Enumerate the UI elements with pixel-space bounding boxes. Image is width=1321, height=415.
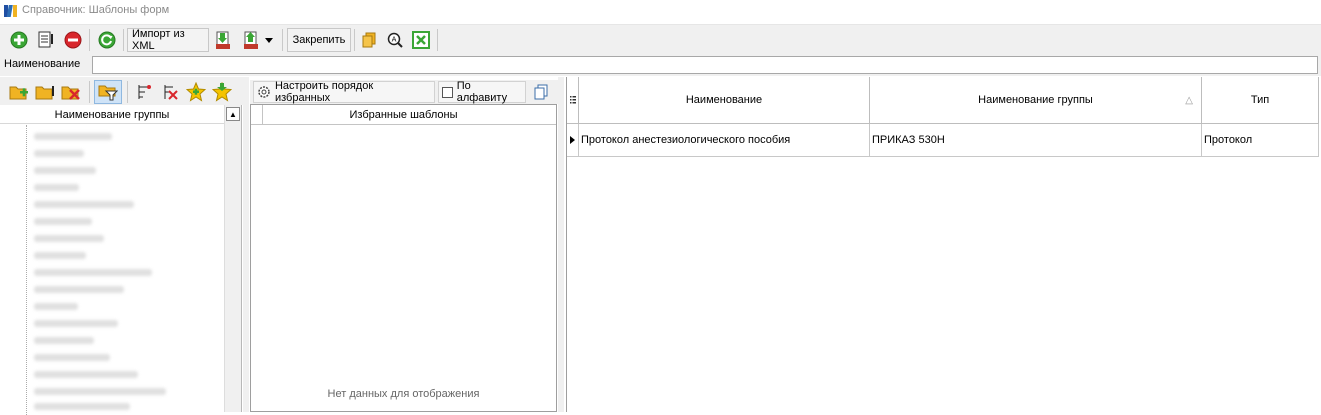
checkbox-box[interactable] (442, 86, 453, 98)
middle-splitter[interactable] (558, 77, 564, 412)
filter-label: Наименование (4, 58, 81, 70)
download-excel-icon (216, 31, 230, 49)
column-header-name-label: Наименование (685, 94, 763, 106)
chevron-down-icon (265, 38, 273, 43)
app-logo-icon (4, 4, 18, 18)
tree-expand-icon (138, 85, 151, 99)
column-header-type[interactable]: Тип (1202, 77, 1319, 124)
scroll-up-arrow-icon[interactable]: ▲ (226, 107, 240, 121)
search-text-button[interactable]: A (384, 28, 406, 52)
tree-item[interactable] (34, 303, 78, 310)
column-header-type-label: Тип (1250, 94, 1270, 106)
favorites-panel[interactable]: Избранные шаблоны Нет данных для отображ… (250, 104, 557, 412)
delete-button[interactable] (62, 28, 84, 52)
delete-folder-icon (61, 86, 80, 100)
window-title: Справочник: Шаблоны форм (22, 4, 170, 16)
tree-item[interactable] (34, 235, 104, 242)
gear-icon (258, 86, 270, 98)
plus-circle-icon (10, 31, 28, 49)
export-excel-button[interactable] (212, 28, 234, 52)
edit-document-icon (38, 31, 53, 48)
favorites-empty-text: Нет данных для отображения (327, 388, 480, 400)
tree-item[interactable] (34, 337, 94, 344)
group-tree[interactable]: Наименование группы ▲ (0, 105, 242, 415)
copy-pages-icon (534, 84, 548, 100)
tree-item[interactable] (34, 371, 138, 378)
filter-folder-icon (98, 85, 118, 101)
sort-ascending-icon: △ (1185, 94, 1193, 106)
expand-tree-button[interactable] (133, 80, 155, 104)
tree-item[interactable] (34, 388, 166, 395)
magnifier-a-icon: A (387, 32, 403, 48)
name-filter-input[interactable] (92, 56, 1318, 74)
alphabetical-checkbox[interactable]: По алфавиту (438, 80, 526, 104)
tree-item[interactable] (34, 354, 110, 361)
table-row-type-cell[interactable]: Протокол (1202, 124, 1319, 157)
tree-item[interactable] (34, 403, 130, 410)
filter-row: Наименование (0, 54, 1321, 76)
minus-circle-icon (64, 31, 82, 49)
favorites-header-corner (251, 105, 263, 125)
edit-button[interactable] (35, 28, 57, 52)
tree-column-header[interactable]: Наименование группы (0, 106, 224, 124)
refresh-button[interactable] (96, 28, 118, 52)
delete-group-button[interactable] (60, 80, 82, 104)
copy-button[interactable] (358, 28, 380, 52)
upload-excel-dropdown[interactable] (238, 28, 278, 52)
table-row-name-cell[interactable]: Протокол анестезиологического пособия (579, 124, 870, 157)
tree-item[interactable] (34, 150, 84, 157)
current-row-arrow-icon (570, 136, 575, 144)
add-folder-icon (9, 86, 28, 100)
tree-item[interactable] (34, 167, 96, 174)
configure-favorites-order-label: Настроить порядок избранных (274, 80, 374, 104)
tree-item[interactable] (34, 218, 92, 225)
tree-scrollbar[interactable]: ▲ (224, 105, 241, 412)
tree-item[interactable] (34, 320, 118, 327)
tree-item[interactable] (34, 286, 124, 293)
main-toolbar: Импорт из XML Закрепить A (0, 24, 1321, 54)
add-button[interactable] (8, 28, 30, 52)
column-chooser-icon (569, 96, 576, 104)
favorites-column-header[interactable]: Избранные шаблоны (251, 105, 556, 125)
collapse-tree-button[interactable] (159, 80, 181, 104)
configure-favorites-order-button[interactable]: Настроить порядок избранных (253, 80, 435, 104)
svg-text:A: A (392, 36, 397, 44)
add-group-button[interactable] (8, 80, 30, 104)
column-header-name[interactable]: Наименование (579, 77, 870, 124)
tree-item[interactable] (34, 201, 134, 208)
column-header-group-label: Наименование группы (978, 94, 1093, 106)
add-favorite-button[interactable] (185, 80, 207, 104)
import-xml-button[interactable]: Импорт из XML (127, 28, 209, 52)
column-header-group[interactable]: Наименование группы △ (870, 77, 1202, 124)
left-splitter[interactable] (243, 77, 249, 412)
row-indicator[interactable] (567, 124, 579, 157)
tree-item[interactable] (34, 184, 79, 191)
tree-toolbar (0, 77, 245, 105)
tree-item[interactable] (34, 252, 86, 259)
star-plus-icon (186, 82, 206, 102)
alphabetical-label: По алфавиту (456, 80, 508, 104)
tree-item[interactable] (34, 269, 152, 276)
filter-tree-button[interactable] (94, 80, 122, 104)
copy-folder-icon (362, 32, 376, 48)
table-row-group-cell[interactable]: ПРИКАЗ 530Н (870, 124, 1202, 157)
favorites-toolbar: Настроить порядок избранных По алфавиту (250, 80, 558, 104)
pin-button[interactable]: Закрепить (287, 28, 351, 52)
close-button[interactable] (410, 28, 432, 52)
refresh-icon (98, 31, 116, 49)
templates-grid[interactable]: Наименование Наименование группы △ Тип П… (566, 77, 1321, 412)
close-box-icon (412, 31, 430, 49)
grid-column-chooser[interactable] (567, 77, 579, 124)
favorite-down-button[interactable] (211, 80, 233, 104)
tree-item[interactable] (34, 133, 112, 140)
title-bar: Справочник: Шаблоны форм (0, 0, 1321, 24)
copy-favorites-button[interactable] (530, 81, 552, 103)
upload-excel-icon (244, 31, 258, 49)
edit-group-button[interactable] (34, 80, 56, 104)
star-arrow-icon (212, 82, 232, 102)
edit-folder-icon (35, 86, 54, 100)
tree-collapse-icon (164, 85, 178, 100)
